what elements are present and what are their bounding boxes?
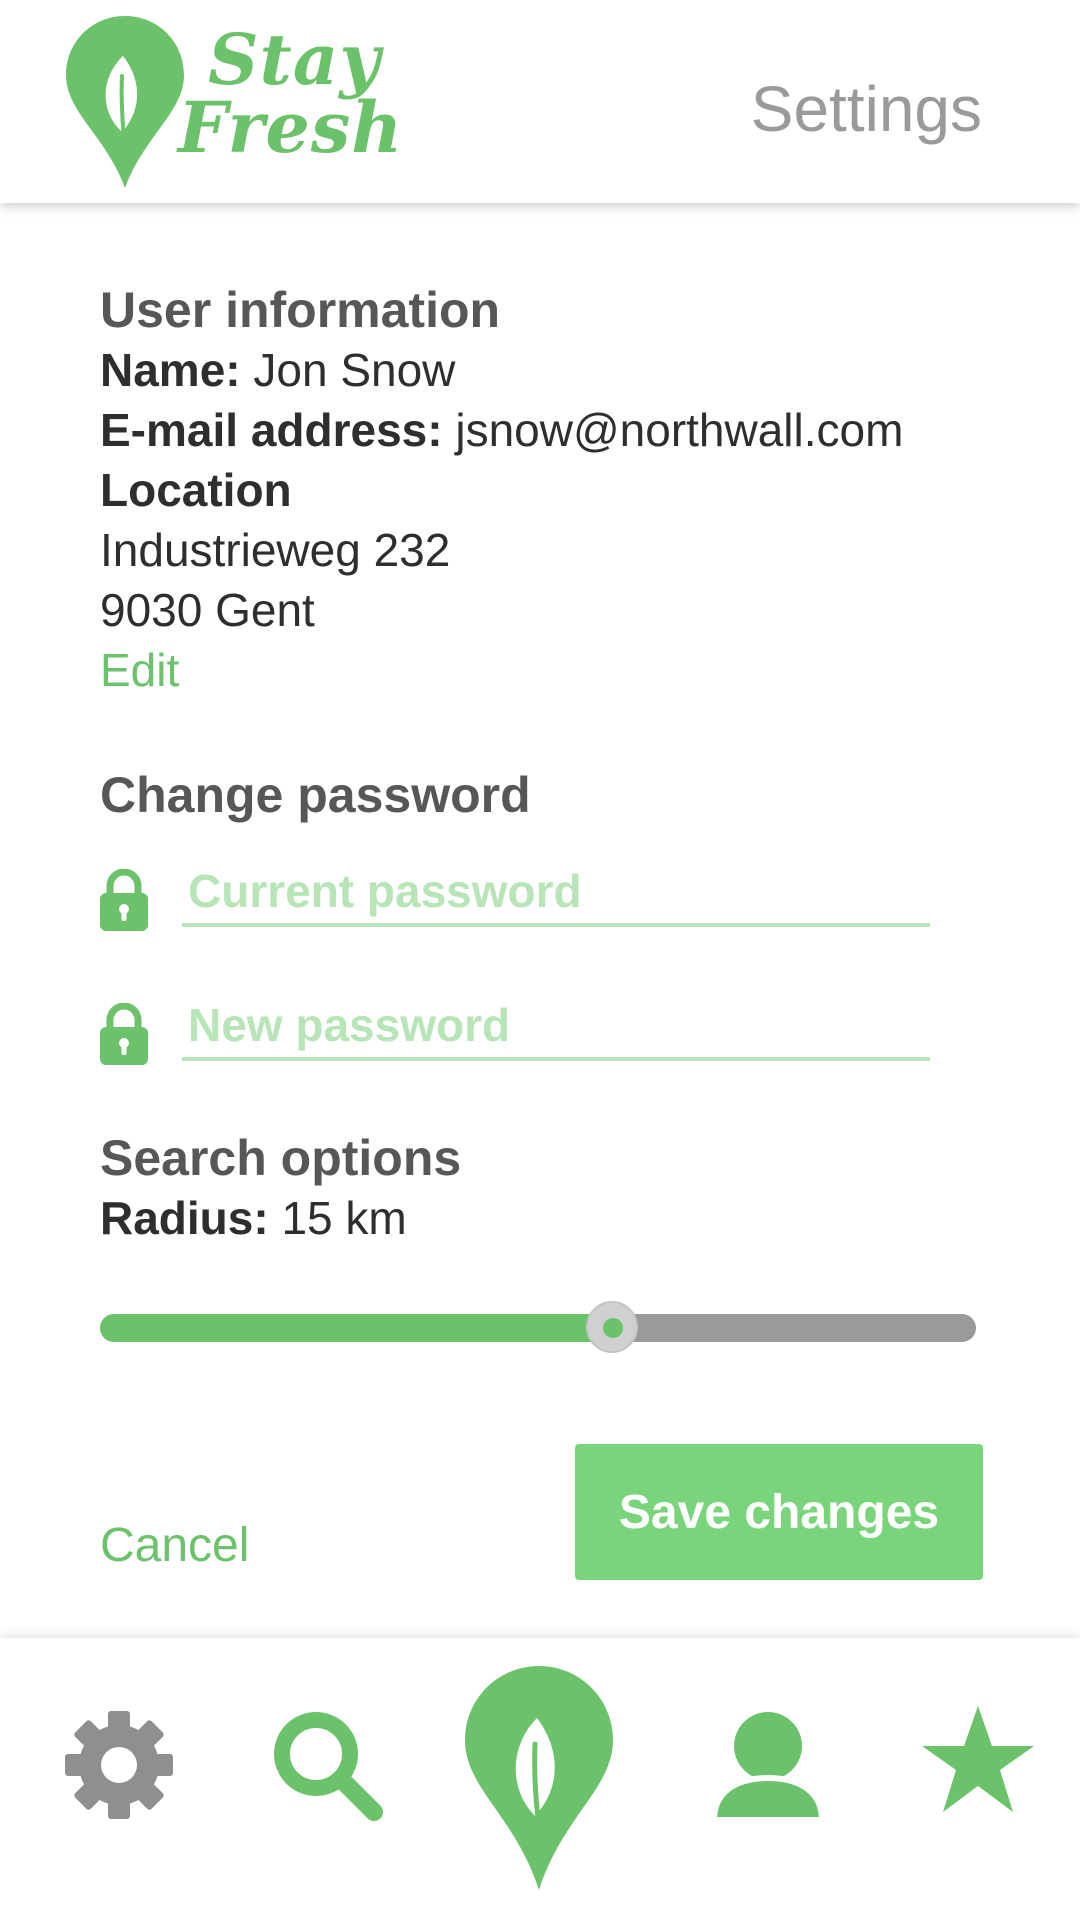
radius-value: 15 km <box>281 1192 407 1244</box>
change-password-section: Change password <box>100 765 980 1065</box>
nav-home[interactable] <box>465 1666 613 1890</box>
search-options-section: Search options Radius: 15 km <box>100 1128 980 1248</box>
save-changes-button[interactable]: Save changes <box>575 1444 983 1580</box>
nav-favorites[interactable] <box>920 1706 1036 1816</box>
logo-line-1: Stay <box>208 18 381 101</box>
address-line-2: 9030 Gent <box>100 584 315 636</box>
lock-icon <box>100 1003 148 1065</box>
name-row: Name: Jon Snow <box>100 340 980 400</box>
change-password-heading: Change password <box>100 767 531 823</box>
logo-pin-icon <box>66 16 184 188</box>
nav-search[interactable] <box>270 1708 386 1824</box>
new-password-field <box>100 993 980 1065</box>
nav-profile[interactable] <box>710 1712 826 1820</box>
slider-fill <box>100 1314 612 1342</box>
address-line-1: Industrieweg 232 <box>100 524 451 576</box>
location-label-row: Location <box>100 460 980 520</box>
name-label: Name: <box>100 344 241 396</box>
name-value: Jon Snow <box>253 344 456 396</box>
logo-wordmark: Stay Fresh <box>178 18 418 169</box>
user-info-section: User information Name: Jon Snow E-mail a… <box>100 280 980 700</box>
new-password-input[interactable] <box>182 993 930 1061</box>
logo-line-2: Fresh <box>178 86 404 169</box>
gear-icon <box>65 1711 173 1819</box>
location-label: Location <box>100 464 292 516</box>
nav-settings[interactable] <box>64 1710 174 1820</box>
current-password-field <box>100 859 980 931</box>
radius-label: Radius: <box>100 1192 269 1244</box>
edit-link[interactable]: Edit <box>100 640 179 700</box>
user-icon <box>710 1712 826 1820</box>
email-value: jsnow@northwall.com <box>455 404 904 456</box>
page-title: Settings <box>750 73 982 145</box>
slider-thumb[interactable] <box>586 1301 638 1353</box>
current-password-input[interactable] <box>182 859 930 927</box>
radius-slider[interactable] <box>100 1301 980 1353</box>
lock-icon <box>100 869 148 931</box>
radius-row: Radius: 15 km <box>100 1188 980 1248</box>
email-row: E-mail address: jsnow@northwall.com <box>100 400 980 460</box>
leaf-pin-icon <box>465 1666 613 1890</box>
cancel-link[interactable]: Cancel <box>100 1518 249 1573</box>
email-label: E-mail address: <box>100 404 443 456</box>
bottom-navigation <box>0 1638 1080 1920</box>
user-info-heading: User information <box>100 282 501 338</box>
app-header: Stay Fresh Settings <box>0 0 1080 203</box>
search-options-heading: Search options <box>100 1130 462 1186</box>
search-icon <box>274 1712 383 1821</box>
star-icon <box>922 1706 1034 1812</box>
